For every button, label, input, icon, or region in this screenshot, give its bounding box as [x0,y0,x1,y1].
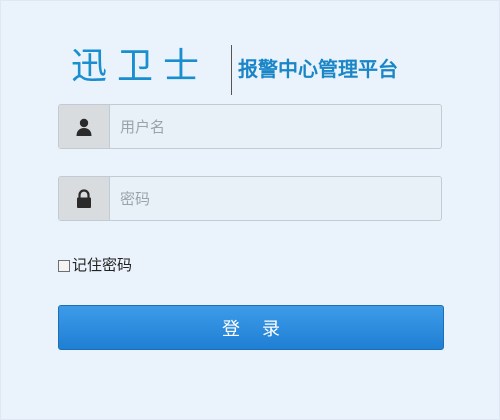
brand-divider [231,45,232,95]
remember-password-label[interactable]: 记住密码 [72,254,132,275]
login-panel: 迅卫士 报警中心管理平台 记住密码 登录 [0,0,500,420]
remember-password-checkbox[interactable] [58,259,70,272]
username-field-group [58,104,442,149]
logo-text: 迅卫士 [71,46,210,87]
brand-header: 迅卫士 报警中心管理平台 [71,45,451,95]
login-button[interactable]: 登录 [58,305,444,350]
platform-title: 报警中心管理平台 [238,57,398,81]
user-icon [59,105,110,148]
remember-password: 记住密码 [58,254,132,275]
username-input[interactable] [110,105,441,148]
password-field-group [58,176,442,221]
lock-icon [59,177,110,220]
password-input[interactable] [110,177,441,220]
